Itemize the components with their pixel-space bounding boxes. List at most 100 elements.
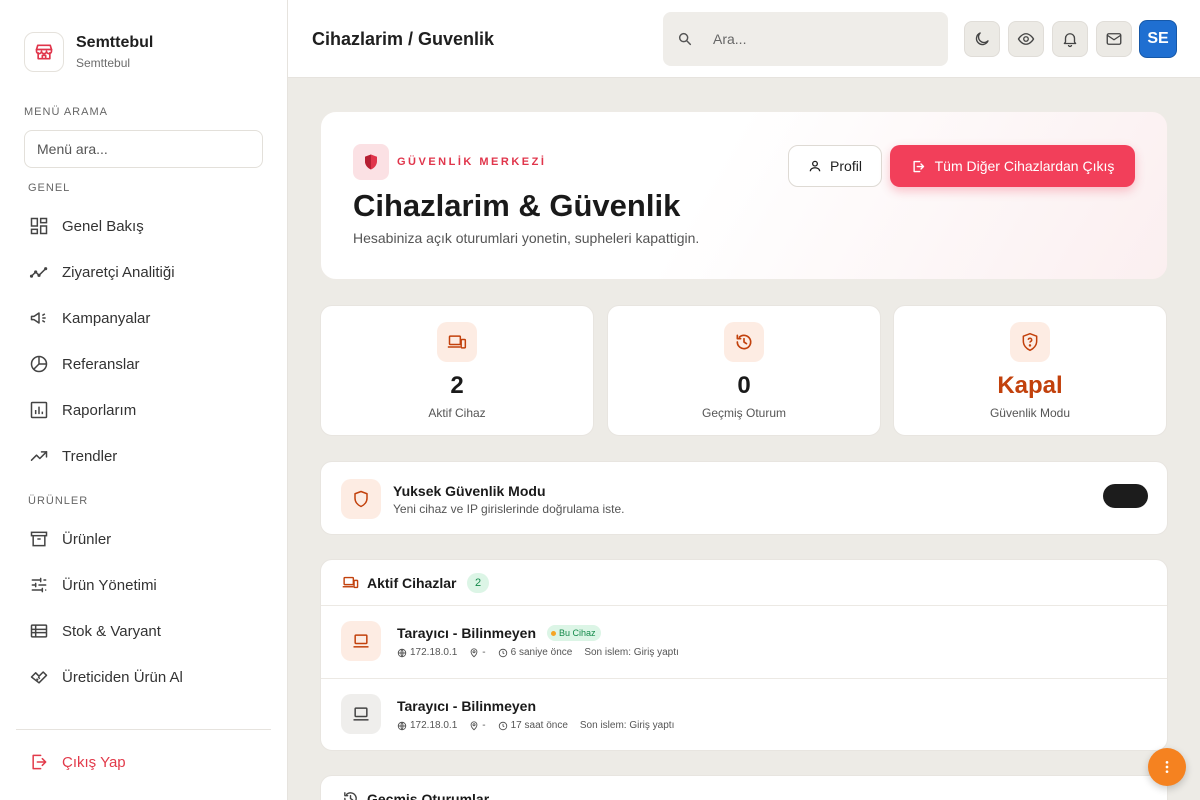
sidebar-item-campaigns[interactable]: Kampanyalar — [28, 306, 150, 330]
page-subtitle: Hesabiniza açık oturumlari yonetin, suph… — [353, 230, 700, 246]
device-location: - — [482, 720, 486, 731]
sidebar-item-visitor-analytics[interactable]: Ziyaretçi Analitiği — [28, 260, 175, 284]
stat-label: Güvenlik Modu — [989, 406, 1071, 420]
stat-value: 0 — [737, 372, 751, 399]
search-icon — [677, 31, 693, 47]
clock-icon — [498, 721, 507, 730]
notifications-button[interactable] — [1052, 21, 1088, 57]
sidebar-item-label: Raporlarım — [62, 401, 137, 419]
sidebar-item-referrals[interactable]: Referanslar — [28, 352, 140, 376]
search-input[interactable] — [713, 31, 913, 47]
section-label-genel: GENEL — [28, 182, 71, 194]
globe-icon — [397, 648, 407, 657]
sliders-icon — [28, 574, 50, 596]
brand[interactable]: Semttebul Semttebul — [24, 32, 153, 72]
archive-icon — [28, 528, 50, 550]
past-sessions-card: Geçmiş Oturumlar — [320, 775, 1168, 800]
sidebar-item-label: Stok & Varyant — [62, 622, 161, 640]
clock-icon — [498, 648, 507, 657]
high-security-title: Yuksek Güvenlik Modu — [393, 483, 546, 499]
user-icon — [808, 159, 822, 173]
sidebar-item-trends[interactable]: Trendler — [28, 444, 117, 468]
sidebar-item-label: Genel Bakış — [62, 217, 144, 235]
megaphone-icon — [28, 307, 50, 329]
sidebar-item-products[interactable]: Ürünler — [28, 527, 111, 551]
hero-kicker: GÜVENLİK MERKEZİ — [397, 156, 547, 168]
device-row[interactable]: Tarayıcı - Bilinmeyen Bu Cihaz 172.18.0.… — [321, 606, 1167, 678]
avatar[interactable]: SE — [1139, 20, 1177, 58]
breadcrumb: Cihazlarim / Guvenlik — [312, 29, 495, 49]
logout-label: Çıkış Yap — [62, 753, 126, 771]
status-dot — [551, 630, 556, 636]
history-icon — [342, 790, 359, 800]
shield-icon — [341, 479, 381, 519]
logout-button[interactable]: Çıkış Yap — [28, 751, 126, 773]
sidebar-item-label: Trendler — [62, 447, 118, 465]
device-last-action: Son islem: Giriş yaptı — [579, 720, 675, 731]
device-name: Tarayıcı - Bilinmeyen — [397, 698, 537, 714]
sidebar-item-label: Ürün Yönetimi — [62, 576, 157, 594]
stat-label: Aktif Cihaz — [428, 406, 486, 420]
device-last-action: Son islem: Giriş yaptı — [584, 647, 679, 658]
device-row[interactable]: Tarayıcı - Bilinmeyen 172.18.0.1 - 17 sa… — [321, 678, 1167, 750]
device-time: 17 saat önce — [510, 720, 568, 731]
profile-button[interactable]: Profil — [788, 145, 882, 187]
stat-label: Geçmiş Oturum — [701, 406, 786, 420]
eye-icon — [1016, 30, 1036, 48]
moon-icon — [973, 30, 991, 48]
bar-chart-icon — [28, 399, 50, 421]
profile-button-label: Profil — [830, 158, 862, 174]
analytics-icon — [28, 261, 50, 283]
device-time: 6 saniye önce — [510, 647, 573, 658]
high-security-toggle[interactable] — [1103, 484, 1148, 508]
device-ip: 172.18.0.1 — [410, 720, 458, 731]
table-icon — [28, 620, 50, 642]
mail-icon — [1105, 30, 1123, 48]
more-vertical-icon — [1159, 759, 1175, 775]
menu-search-input[interactable] — [24, 130, 263, 168]
more-actions-button[interactable] — [1148, 748, 1186, 786]
stat-value: Kapal — [997, 372, 1063, 399]
handshake-icon — [28, 666, 50, 688]
sidebar-item-buy-from-manufacturer[interactable]: Üreticiden Ürün Al — [28, 665, 183, 689]
location-pin-icon — [470, 720, 478, 730]
active-devices-title: Aktif Cihazlar — [367, 575, 457, 591]
shield-icon — [353, 144, 389, 180]
search-box[interactable] — [663, 12, 948, 66]
sidebar-item-overview[interactable]: Genel Bakış — [28, 214, 144, 238]
device-name: Tarayıcı - Bilinmeyen — [397, 625, 537, 641]
logout-all-devices-button[interactable]: Tüm Diğer Cihazlardan Çıkış — [890, 145, 1135, 187]
active-devices-card: Aktif Cihazlar 2 Tarayıcı - Bilinmeyen B… — [320, 559, 1168, 751]
globe-icon — [397, 721, 407, 730]
devices-icon — [342, 574, 359, 591]
theme-toggle-button[interactable] — [964, 21, 1000, 57]
sidebar-item-label: Ziyaretçi Analitiği — [62, 263, 175, 281]
shield-question-icon — [1010, 322, 1050, 362]
logout-all-label: Tüm Diğer Cihazlardan Çıkış — [934, 158, 1115, 174]
store-icon — [24, 32, 64, 72]
sidebar-item-label: Ürünler — [62, 530, 112, 548]
high-security-card: Yuksek Güvenlik Modu Yeni cihaz ve IP gi… — [320, 461, 1168, 535]
dashboard-icon — [28, 215, 50, 237]
visibility-button[interactable] — [1008, 21, 1044, 57]
sidebar-item-stock-variant[interactable]: Stok & Varyant — [28, 619, 161, 643]
stat-active-devices: 2 Aktif Cihaz — [320, 305, 594, 436]
section-label-urunler: ÜRÜNLER — [28, 495, 89, 507]
sidebar-divider — [16, 729, 271, 730]
topbar: Cihazlarim / Guvenlik SE — [288, 0, 1200, 78]
past-sessions-title: Geçmiş Oturumlar — [367, 791, 490, 800]
sidebar-item-label: Referanslar — [62, 355, 140, 373]
laptop-icon — [341, 694, 381, 734]
messages-button[interactable] — [1096, 21, 1132, 57]
page-title: Cihazlarim & Güvenlik — [353, 188, 681, 223]
sidebar-item-product-management[interactable]: Ürün Yönetimi — [28, 573, 157, 597]
logout-icon — [911, 159, 926, 174]
brand-subtitle: Semttebul — [76, 56, 131, 70]
devices-icon — [437, 322, 477, 362]
menu-search-label: MENÜ ARAMA — [24, 106, 108, 118]
active-devices-count-badge: 2 — [467, 573, 489, 593]
logout-icon — [28, 751, 50, 773]
sidebar-item-reports[interactable]: Raporlarım — [28, 398, 136, 422]
bell-icon — [1061, 30, 1079, 48]
trending-up-icon — [28, 445, 50, 467]
